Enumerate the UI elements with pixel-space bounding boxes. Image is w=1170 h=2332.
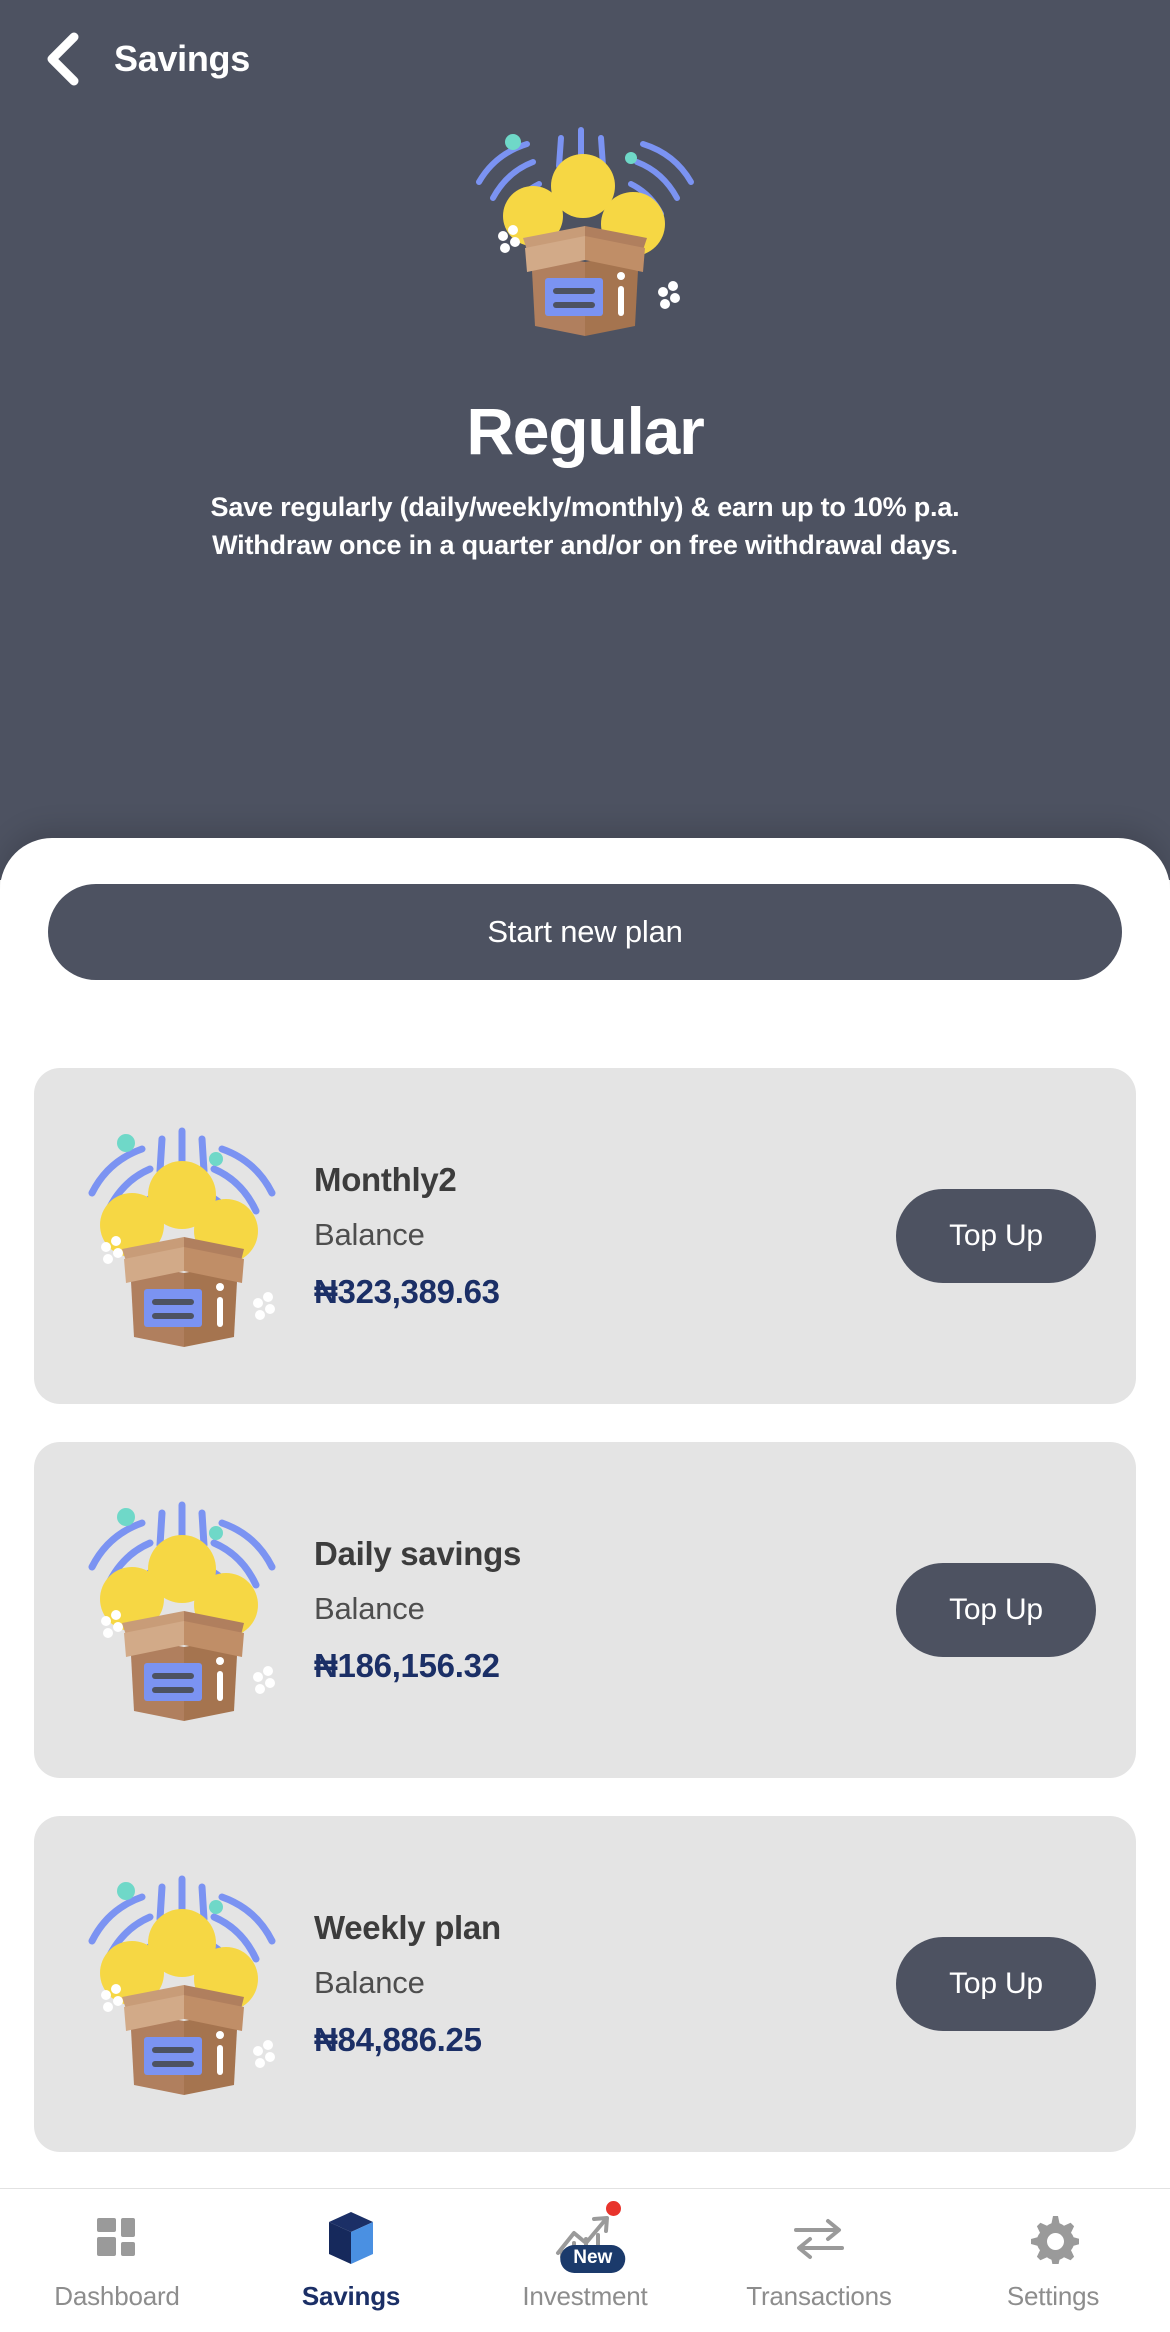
nav-item-transactions[interactable]: Transactions <box>702 2207 936 2312</box>
nav-label-dashboard: Dashboard <box>54 2281 180 2311</box>
top-up-button[interactable]: Top Up <box>896 1937 1096 2031</box>
box-i-dot <box>617 272 625 280</box>
open-box-with-coins-illustration <box>476 127 694 336</box>
plan-balance-amount: ₦323,389.63 <box>314 1273 500 1310</box>
nav-label-savings: Savings <box>301 2281 401 2311</box>
nav-item-investment[interactable]: New Investment <box>468 2201 702 2312</box>
gear-icon <box>1027 2207 1079 2269</box>
bottom-navigation: Dashboard Savings New Investment Transac… <box>0 2188 1170 2332</box>
top-up-button[interactable]: Top Up <box>896 1189 1096 1283</box>
box-label <box>545 278 603 316</box>
label-line <box>553 288 595 294</box>
box-i-stem <box>618 286 624 316</box>
nav-item-settings[interactable]: Settings <box>936 2207 1170 2312</box>
grid-dashboard-icon <box>93 2207 141 2269</box>
plan-card[interactable]: Monthly2 Balance ₦323,389.63 Top Up <box>34 1068 1136 1404</box>
plan-card[interactable]: Daily savings Balance ₦186,156.32 Top Up <box>34 1442 1136 1778</box>
nav-label-settings: Settings <box>1006 2281 1100 2311</box>
balance-label: Balance <box>314 1217 425 1252</box>
nav-item-savings[interactable]: Savings <box>234 2207 468 2312</box>
balance-label: Balance <box>314 1965 425 2000</box>
notification-dot <box>606 2201 621 2216</box>
savings-plan-list: Monthly2 Balance ₦323,389.63 Top Up Dail… <box>0 1068 1170 2198</box>
balance-label: Balance <box>314 1591 425 1626</box>
label-line <box>553 302 595 308</box>
nav-label-transactions: Transactions <box>746 2281 892 2311</box>
swap-arrows-icon <box>790 2207 848 2269</box>
page-title: Savings <box>114 38 250 79</box>
hero-section: Savings Regular Save regularly (daily/we… <box>0 0 1170 880</box>
plan-balance-amount: ₦186,156.32 <box>314 1647 500 1684</box>
nav-item-dashboard[interactable]: Dashboard <box>0 2207 234 2312</box>
back-button[interactable] <box>30 28 92 90</box>
plan-card-info: Monthly2 Balance ₦323,389.63 <box>308 1161 896 1311</box>
plan-balance-amount: ₦84,886.25 <box>314 2021 482 2058</box>
plan-card-info: Weekly plan Balance ₦84,886.25 <box>308 1909 896 2059</box>
plan-description-line-1: Save regularly (daily/weekly/monthly) & … <box>210 492 960 522</box>
plan-card-info: Daily savings Balance ₦186,156.32 <box>308 1535 896 1685</box>
teal-dot <box>505 134 521 150</box>
open-box-with-coins-illustration <box>88 1875 276 2095</box>
teal-dot <box>625 152 637 164</box>
plan-type-title: Regular <box>466 394 705 468</box>
growth-chart-icon: New <box>554 2201 626 2273</box>
plan-name: Weekly plan <box>314 1909 501 1946</box>
plan-description: Save regularly (daily/weekly/monthly) & … <box>0 488 1170 565</box>
cube-box-icon <box>325 2207 377 2269</box>
chevron-left-icon <box>47 32 79 86</box>
open-box-with-coins-illustration <box>88 1501 276 1721</box>
top-bar: Savings <box>0 0 1170 118</box>
plan-description-line-2: Withdraw once in a quarter and/or on fre… <box>212 530 958 561</box>
new-badge: New <box>560 2245 626 2273</box>
top-up-button[interactable]: Top Up <box>896 1563 1096 1657</box>
start-new-plan-button[interactable]: Start new plan <box>48 884 1122 980</box>
open-box-with-coins-illustration <box>88 1127 276 1347</box>
nav-label-investment: Investment <box>522 2281 648 2311</box>
plan-name: Monthly2 <box>314 1161 457 1198</box>
plan-card[interactable]: Weekly plan Balance ₦84,886.25 Top Up <box>34 1816 1136 2152</box>
plan-name: Daily savings <box>314 1535 522 1572</box>
